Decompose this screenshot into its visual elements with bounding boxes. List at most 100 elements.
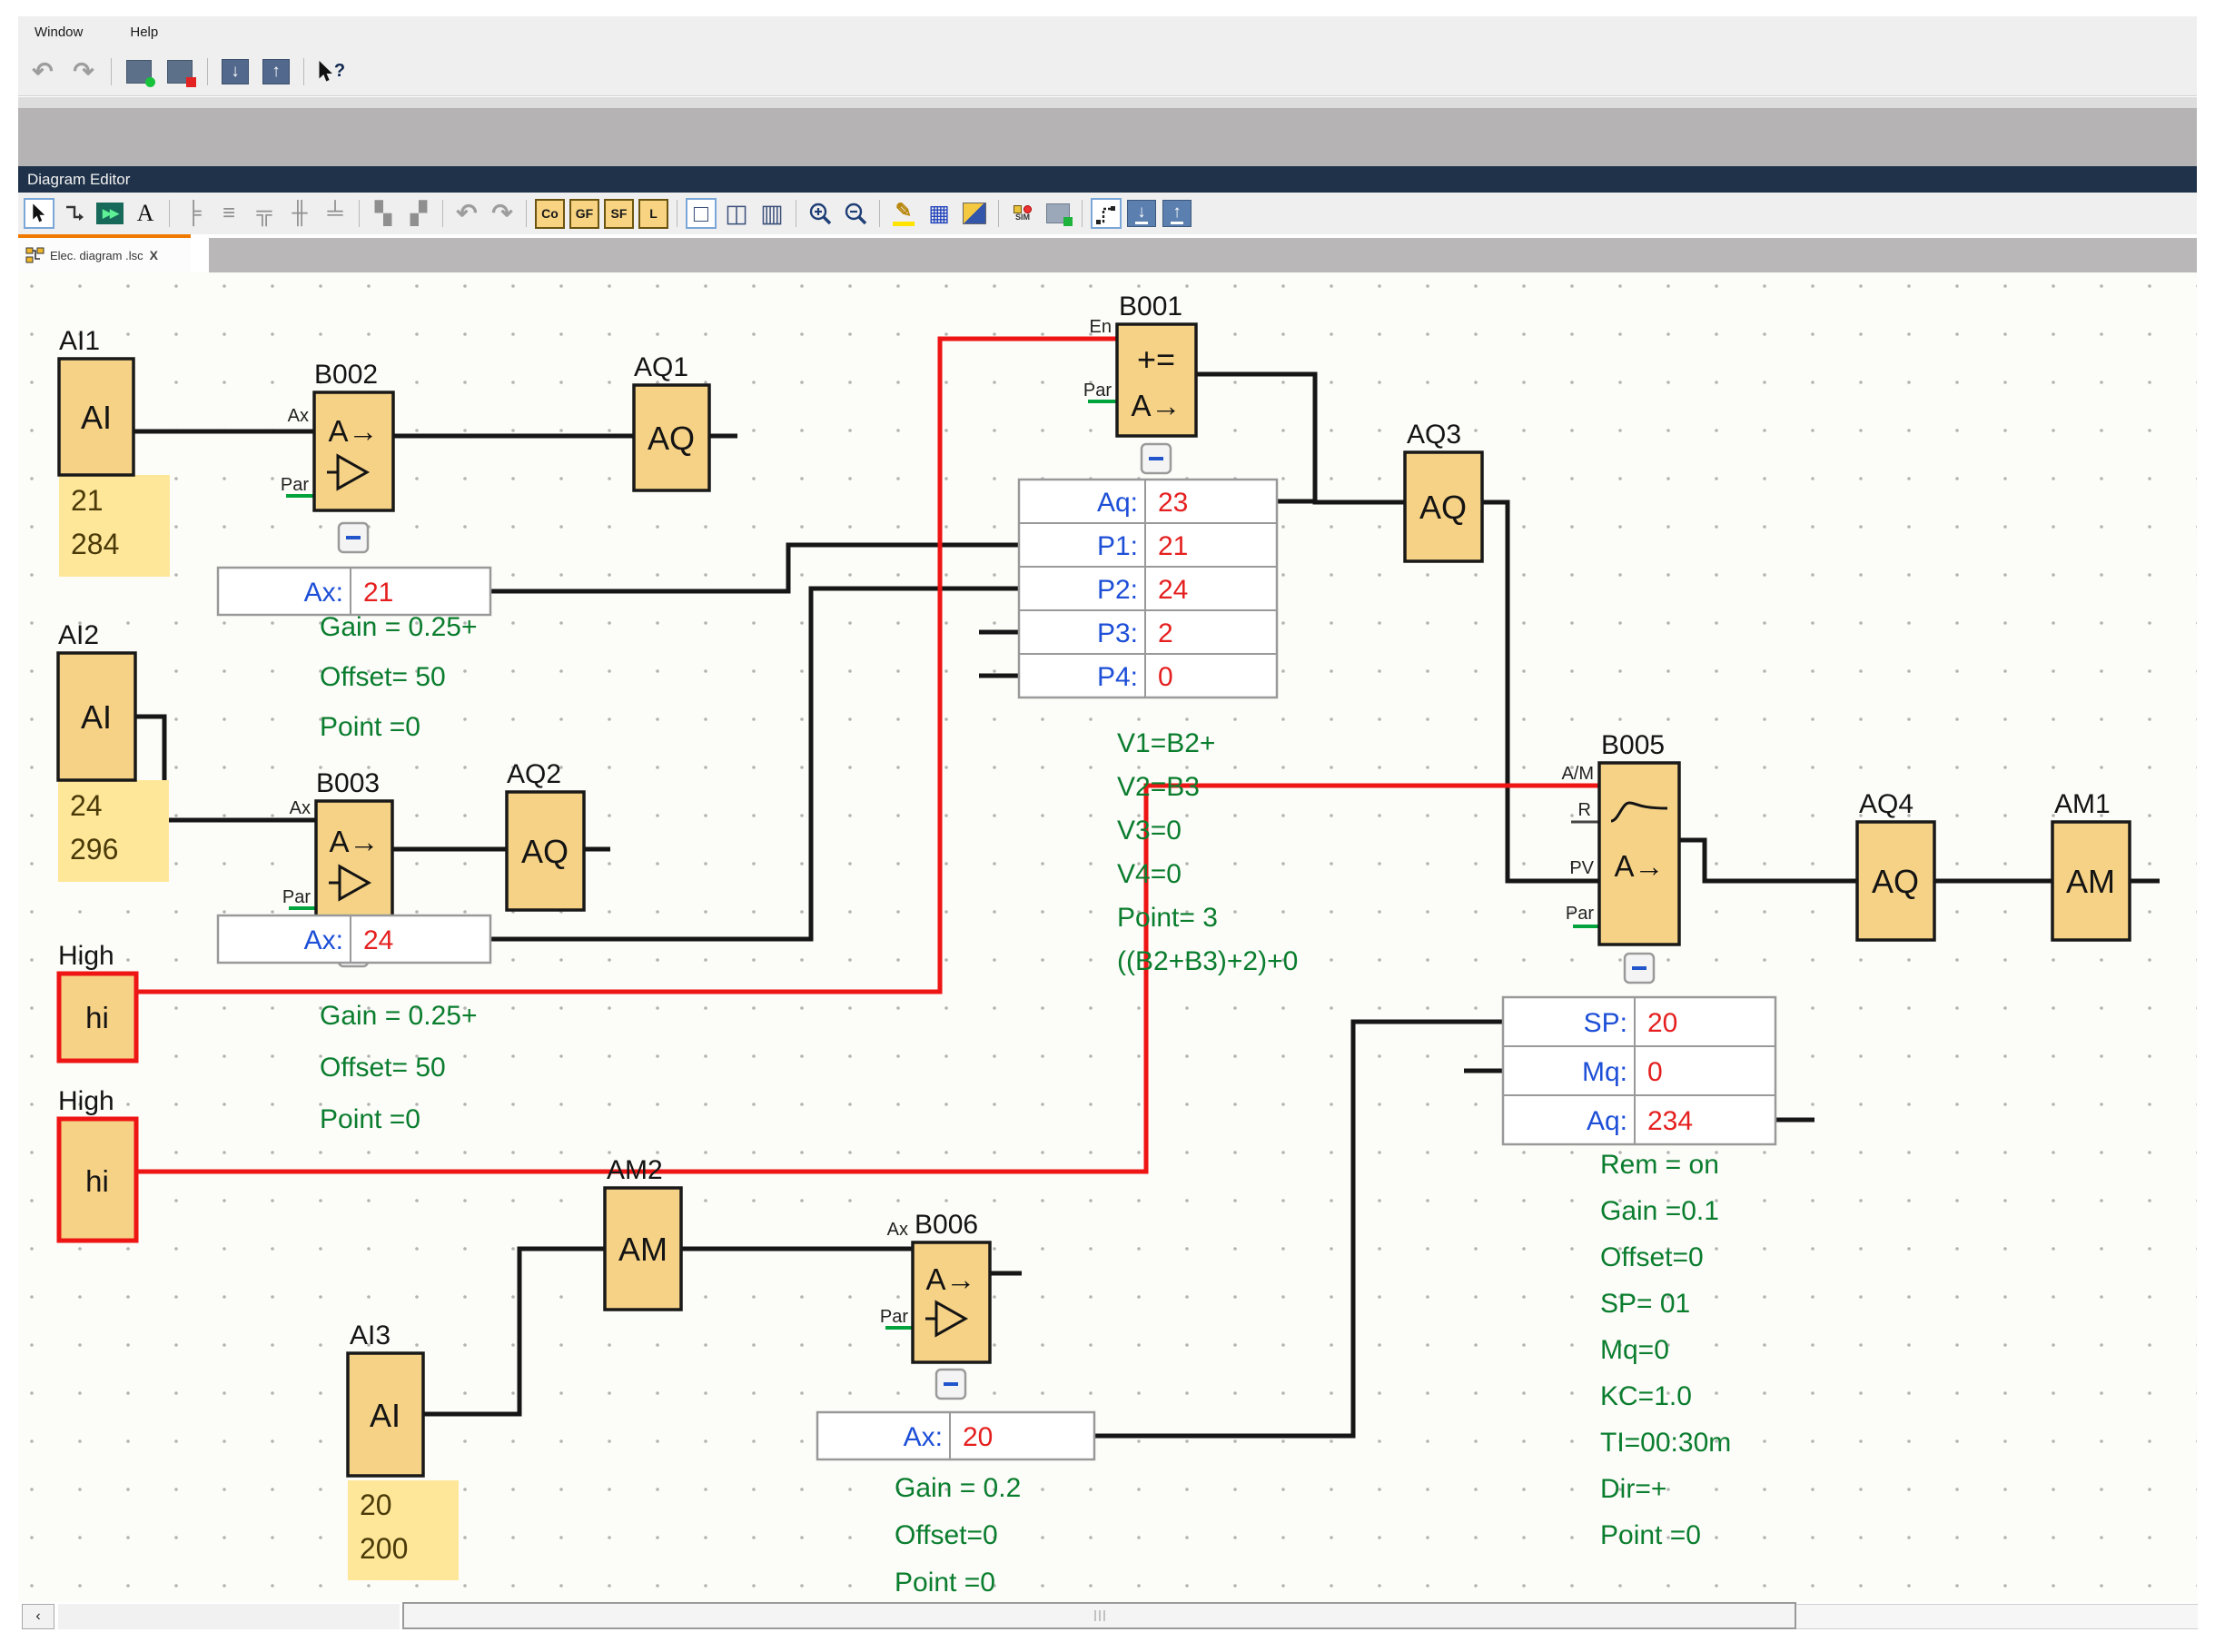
connector-tool-button[interactable] bbox=[59, 198, 90, 229]
basic-functions-tool-button[interactable]: GF bbox=[569, 199, 599, 229]
online-test-button[interactable] bbox=[1043, 198, 1073, 229]
polyline-wire-button[interactable] bbox=[1091, 198, 1122, 229]
green-param-line: Gain = 0.25+ bbox=[320, 1001, 477, 1031]
menu-item-help[interactable]: Help bbox=[130, 25, 158, 40]
tab-label: Elec. diagram .lsc bbox=[50, 249, 143, 262]
block-b002[interactable] bbox=[314, 392, 393, 510]
tab-close-icon[interactable]: X bbox=[150, 248, 158, 262]
param-box-b003[interactable]: Ax: 24 bbox=[218, 915, 490, 963]
compare-programs-button[interactable]: ▦ bbox=[924, 198, 954, 229]
block-title: B005 bbox=[1601, 730, 1665, 760]
collapse-button-b006[interactable] bbox=[936, 1370, 965, 1399]
split-two-pane-button[interactable]: ◫ bbox=[721, 198, 752, 229]
green-param-line: Offset=0 bbox=[1600, 1242, 1704, 1272]
pin-label-par: Par bbox=[1566, 904, 1594, 924]
undo-button[interactable]: ↶ bbox=[25, 54, 60, 89]
diagram-canvas[interactable]: 21 284 24 296 20 200 AI1 AI B002 A→ Ax P… bbox=[18, 272, 2197, 1602]
horizontal-scrollbar-track[interactable] bbox=[1796, 1604, 2198, 1629]
binary-connector-tool-button[interactable]: ▶▶ bbox=[94, 198, 125, 229]
expand-up-button[interactable]: ↑ bbox=[1162, 198, 1192, 229]
horizontal-scrollbar-thumb[interactable] bbox=[402, 1602, 1796, 1629]
start-simulation-button[interactable] bbox=[122, 54, 156, 89]
note-value: 24 bbox=[70, 789, 103, 822]
undo-icon: ↶ bbox=[32, 59, 53, 84]
block-symbol: A→ bbox=[328, 414, 378, 448]
distribute-horizontal-button[interactable]: ╫ bbox=[284, 198, 315, 229]
pin-label-pv: PV bbox=[1569, 858, 1594, 878]
redo-button[interactable]: ↷ bbox=[487, 198, 518, 229]
table-row-label: Mq: bbox=[1582, 1057, 1627, 1087]
zoom-out-button[interactable] bbox=[840, 198, 871, 229]
panel-titlebar: Diagram Editor bbox=[18, 166, 2197, 193]
upload-from-device-button[interactable]: ↑ bbox=[259, 54, 293, 89]
arrow-down-icon: ↓ bbox=[1127, 200, 1156, 227]
align-center-icon: ≡ bbox=[222, 201, 235, 226]
convert-diagram-button[interactable] bbox=[959, 198, 990, 229]
green-param-line: Point =0 bbox=[895, 1568, 995, 1598]
logic-tool-button[interactable]: L bbox=[638, 199, 668, 229]
green-param-line: Offset=0 bbox=[895, 1520, 998, 1550]
redo-icon: ↷ bbox=[491, 201, 512, 226]
bring-forward-icon: ▚ bbox=[375, 201, 391, 227]
context-help-button[interactable]: ? bbox=[314, 54, 349, 89]
block-symbol: AQ bbox=[648, 420, 695, 457]
scrollbar-left-track[interactable] bbox=[58, 1604, 400, 1629]
undo-icon: ↶ bbox=[456, 201, 477, 226]
block-symbol: hi bbox=[85, 1164, 109, 1198]
block-b003[interactable] bbox=[316, 801, 392, 926]
send-backward-button[interactable]: ▞ bbox=[403, 198, 434, 229]
bring-forward-button[interactable]: ▚ bbox=[368, 198, 399, 229]
app-window: Window Help ↶ ↷ ↓ ↑ ? Diagram Editor ▶▶ … bbox=[0, 0, 2215, 1652]
single-pane-view-button[interactable]: □ bbox=[686, 198, 717, 229]
green-param-line: Dir=+ bbox=[1600, 1474, 1666, 1504]
collapse-button-b002[interactable] bbox=[339, 523, 368, 552]
redo-button[interactable]: ↷ bbox=[66, 54, 101, 89]
block-title: B001 bbox=[1119, 292, 1182, 321]
param-table-b001[interactable]: Aq: 23 P1: 21 P2: 24 P3: 2 P4: 0 bbox=[1019, 480, 1277, 697]
note-value: 296 bbox=[70, 833, 118, 866]
block-title: AM1 bbox=[2054, 789, 2111, 819]
green-param-line: TI=00:30m bbox=[1600, 1428, 1731, 1458]
block-title: AI2 bbox=[58, 620, 99, 650]
block-symbol: += bbox=[1137, 341, 1175, 378]
align-top-button[interactable]: ╦ bbox=[249, 198, 280, 229]
special-functions-tool-button[interactable]: SF bbox=[604, 199, 634, 229]
param-label: Ax: bbox=[304, 578, 343, 608]
align-left-button[interactable]: ╞ bbox=[178, 198, 209, 229]
table-row-value: 23 bbox=[1158, 488, 1188, 518]
constants-tool-button[interactable]: Co bbox=[535, 199, 565, 229]
block-b006[interactable] bbox=[913, 1242, 990, 1362]
collapse-button-b005[interactable] bbox=[1625, 954, 1654, 983]
collapse-button-b001[interactable] bbox=[1142, 444, 1171, 473]
param-table-b005[interactable]: SP: 20 Mq: 0 Aq: 234 bbox=[1503, 997, 1775, 1144]
diagram-editor-area: 21 284 24 296 20 200 AI1 AI B002 A→ Ax P… bbox=[18, 272, 2197, 1602]
stop-simulation-button[interactable] bbox=[163, 54, 197, 89]
scroll-left-button[interactable]: ‹ bbox=[22, 1604, 54, 1629]
param-box-b006[interactable]: Ax: 20 bbox=[817, 1412, 1094, 1459]
align-center-button[interactable]: ≡ bbox=[213, 198, 244, 229]
pc-red-icon bbox=[167, 60, 193, 84]
green-param-line: Point =0 bbox=[1600, 1520, 1701, 1550]
zoom-in-button[interactable] bbox=[805, 198, 836, 229]
expand-down-button[interactable]: ↓ bbox=[1126, 198, 1157, 229]
connector-icon bbox=[64, 203, 85, 224]
split-three-pane-button[interactable]: ▥ bbox=[756, 198, 787, 229]
three-pane-icon: ▥ bbox=[760, 202, 784, 226]
pin-label-en: En bbox=[1090, 317, 1112, 337]
constants-label: Co bbox=[541, 206, 559, 221]
table-row-value: 20 bbox=[1647, 1008, 1677, 1038]
text-tool-button[interactable]: A bbox=[130, 198, 161, 229]
select-tool-button[interactable] bbox=[24, 198, 54, 229]
toolbar-separator bbox=[442, 200, 443, 227]
distribute-vertical-button[interactable]: ╧ bbox=[320, 198, 351, 229]
undo-button[interactable]: ↶ bbox=[451, 198, 482, 229]
toolbar-separator bbox=[1082, 200, 1083, 227]
download-to-device-button[interactable]: ↓ bbox=[218, 54, 252, 89]
green-param-line: Point =0 bbox=[320, 712, 420, 742]
simulation-button[interactable]: SIM bbox=[1007, 198, 1038, 229]
basic-functions-label: GF bbox=[576, 206, 593, 221]
menu-item-window[interactable]: Window bbox=[35, 25, 83, 40]
tab-elec-diagram[interactable]: Elec. diagram .lsc X bbox=[18, 234, 191, 272]
param-box-b002[interactable]: Ax: 21 bbox=[218, 568, 490, 615]
comment-tool-button[interactable]: ✎ bbox=[888, 198, 919, 229]
